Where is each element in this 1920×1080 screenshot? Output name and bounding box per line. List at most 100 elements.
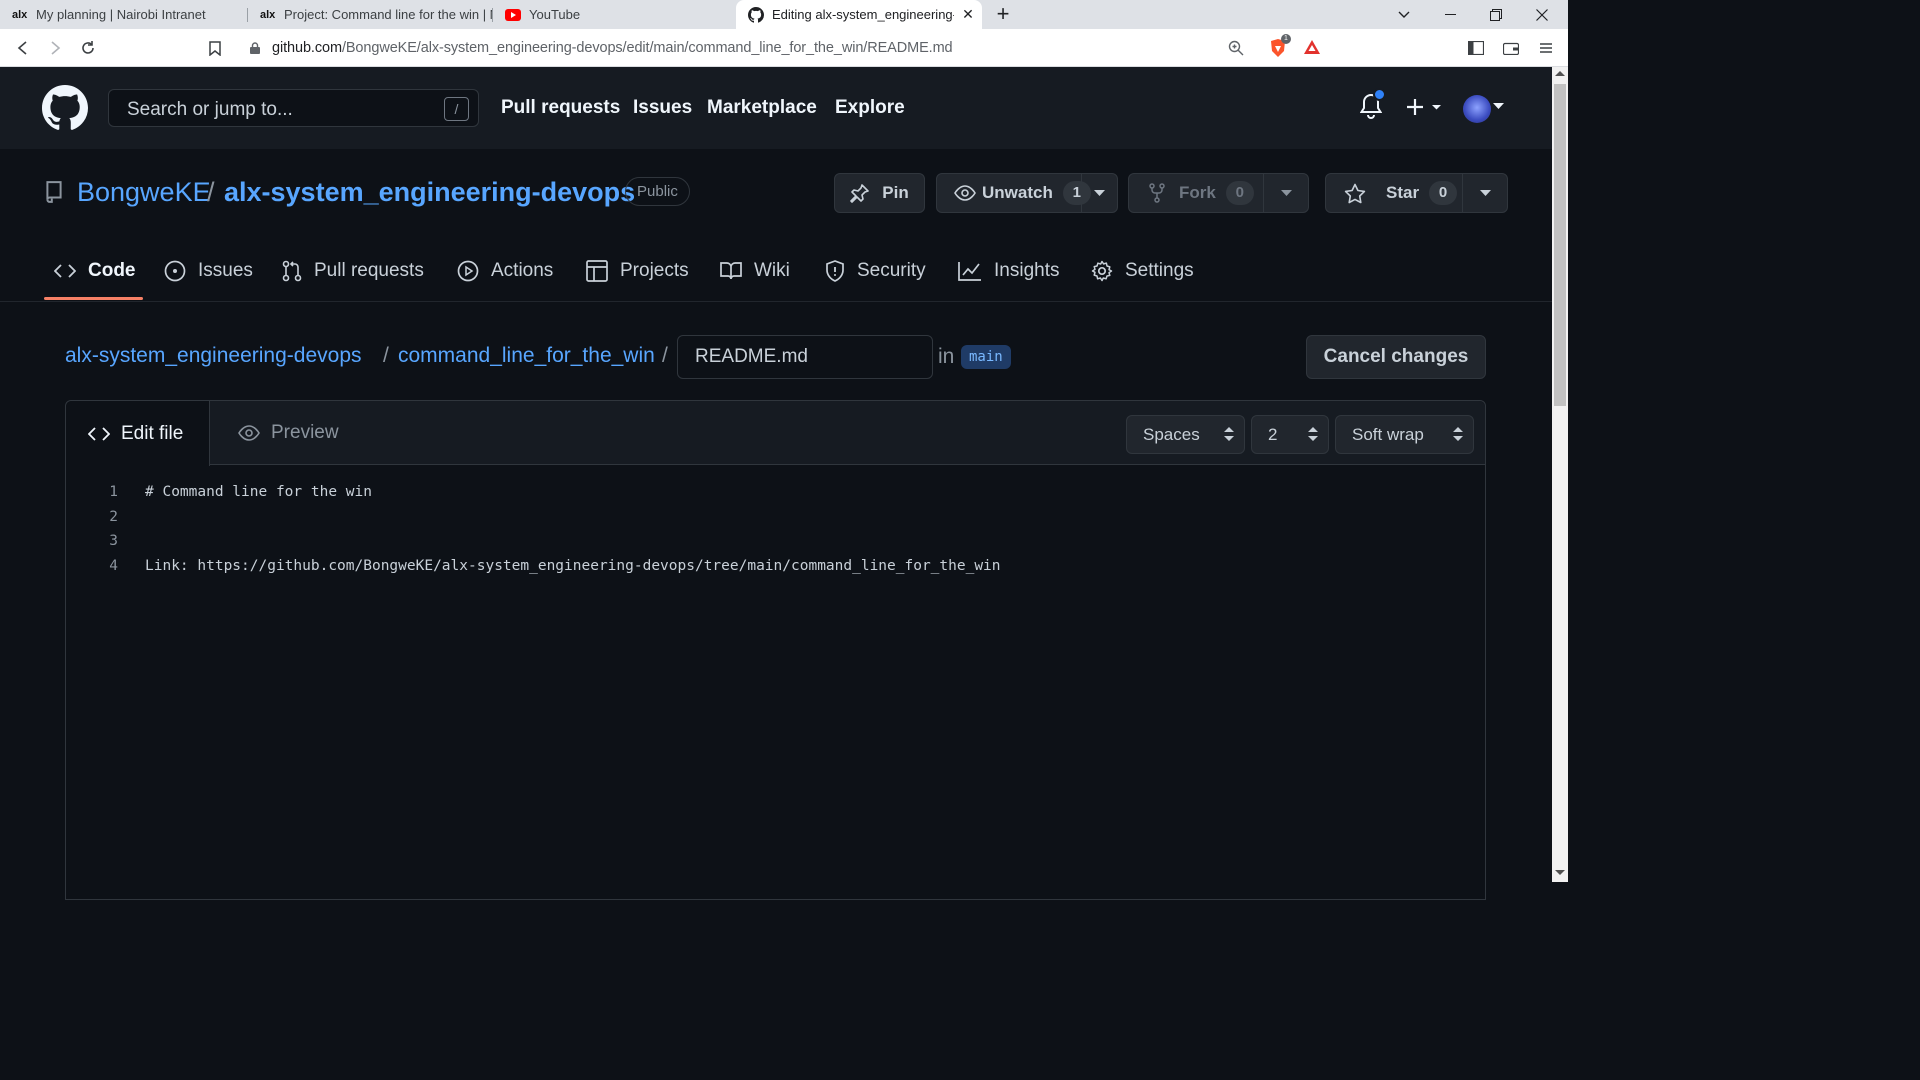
indent-size-select[interactable]: 2 (1251, 415, 1329, 454)
tab-label: Projects (620, 260, 689, 281)
tab-projects[interactable]: Projects (586, 240, 689, 302)
sidebar-toggle-icon[interactable] (1466, 38, 1486, 58)
browser-tab-title: Project: Command line for the win | N (284, 7, 493, 22)
browser-tab[interactable]: alx My planning | Nairobi Intranet (0, 0, 248, 29)
tab-settings[interactable]: Settings (1091, 240, 1194, 302)
minimize-window-icon[interactable] (1427, 0, 1473, 29)
search-placeholder: Search or jump to... (127, 99, 293, 120)
nav-pull-requests[interactable]: Pull requests (501, 97, 620, 119)
fork-icon (1149, 183, 1165, 203)
tab-issues[interactable]: Issues (164, 240, 253, 302)
url-host: github.com (272, 40, 342, 56)
tab-code[interactable]: Code (54, 240, 136, 302)
fork-dropdown-chevron-icon[interactable] (1264, 174, 1308, 212)
address-bar[interactable]: github.com/BongweKE/alx-system_engineeri… (238, 33, 1330, 63)
tab-search-chevron-icon[interactable] (1381, 0, 1427, 29)
menu-icon[interactable] (1536, 38, 1556, 58)
tab-label: Actions (491, 260, 554, 281)
breadcrumb-repo-link[interactable]: alx-system_engineering-devops (65, 344, 362, 368)
fork-button[interactable]: Fork 0 (1128, 173, 1309, 213)
watch-dropdown-chevron-icon[interactable] (1082, 174, 1117, 212)
browser-tab-title: YouTube (529, 7, 581, 22)
nav-explore[interactable]: Explore (835, 97, 905, 119)
forward-icon[interactable] (45, 38, 65, 58)
tab-security[interactable]: Security (825, 240, 926, 302)
unwatch-label: Unwatch (982, 183, 1053, 202)
avatar-menu-chevron-icon[interactable] (1493, 103, 1504, 110)
fork-label: Fork (1179, 183, 1216, 202)
tab-pull-requests[interactable]: Pull requests (282, 240, 424, 302)
browser-tab[interactable]: YouTube (493, 0, 736, 29)
restore-window-icon[interactable] (1473, 0, 1519, 29)
branch-badge: main (961, 345, 1011, 369)
editor-toolbar: Edit file Preview Spaces 2 Soft wrap (66, 401, 1485, 466)
tab-edit-file[interactable]: Edit file (66, 401, 210, 466)
back-icon[interactable] (13, 38, 33, 58)
create-new-plus-icon[interactable] (1406, 97, 1442, 117)
url-text: github.com/BongweKE/alx-system_engineeri… (272, 40, 953, 56)
new-tab-icon[interactable]: + (993, 3, 1013, 25)
repo-nav-tabs: Code Issues Pull requests Actions Projec… (0, 240, 1552, 302)
nav-marketplace[interactable]: Marketplace (707, 97, 817, 119)
selected-tab-indicator (44, 297, 143, 300)
unwatch-button[interactable]: Unwatch 1 (936, 173, 1118, 213)
edit-file-label: Edit file (121, 422, 184, 444)
scroll-down-arrow-icon[interactable] (1555, 869, 1565, 876)
zoom-icon[interactable] (1228, 40, 1244, 56)
browser-tab-active[interactable]: Editing alx-system_engineering-d ✕ (736, 0, 982, 29)
select-arrows-icon (1308, 427, 1318, 441)
tab-actions[interactable]: Actions (457, 240, 553, 302)
tab-wiki[interactable]: Wiki (720, 240, 790, 302)
search-input[interactable]: Search or jump to... / (108, 89, 479, 127)
close-window-icon[interactable] (1519, 0, 1565, 29)
tab-preview[interactable]: Preview (238, 401, 339, 465)
bookmark-icon[interactable] (205, 38, 225, 58)
brave-rewards-icon[interactable] (1303, 39, 1321, 55)
eye-icon (954, 185, 976, 201)
avatar[interactable] (1463, 95, 1491, 123)
filename-field[interactable] (677, 335, 933, 379)
eye-icon (238, 425, 260, 441)
browser-toolbar: github.com/BongweKE/alx-system_engineeri… (0, 29, 1568, 67)
file-editor: Edit file Preview Spaces 2 Soft wrap 1 #… (65, 400, 1486, 900)
github-logo-icon[interactable] (42, 85, 88, 131)
repo-name-link[interactable]: alx-system_engineering-devops (224, 177, 635, 208)
fork-main[interactable]: Fork 0 (1129, 174, 1263, 212)
wrap-mode-select[interactable]: Soft wrap (1335, 415, 1474, 454)
breadcrumb-folder-link[interactable]: command_line_for_the_win (398, 344, 655, 368)
pin-icon (850, 183, 870, 203)
tab-label: Security (857, 260, 926, 281)
pull-request-icon (282, 260, 302, 282)
url-path: /BongweKE/alx-system_engineering-devops/… (341, 40, 953, 56)
preview-label: Preview (271, 422, 339, 443)
star-main[interactable]: Star 0 (1326, 174, 1462, 212)
unwatch-main[interactable]: Unwatch 1 (937, 174, 1091, 212)
tab-insights[interactable]: Insights (958, 240, 1059, 302)
reload-icon[interactable] (78, 38, 98, 58)
line-number: 3 (109, 533, 118, 549)
youtube-favicon-icon (505, 8, 521, 21)
pin-label: Pin (882, 183, 909, 202)
scroll-up-arrow-icon[interactable] (1555, 70, 1565, 77)
browser-tab[interactable]: alx Project: Command line for the win | … (248, 0, 493, 29)
cancel-changes-button[interactable]: Cancel changes (1306, 335, 1486, 379)
repo-owner-link[interactable]: BongweKE (77, 177, 211, 208)
tab-label: Code (88, 260, 136, 281)
line-number: 2 (109, 509, 118, 525)
brave-badge: 1 (1281, 34, 1291, 44)
pin-button[interactable]: Pin (834, 173, 925, 213)
alx-favicon-icon: alx (12, 8, 28, 21)
star-button[interactable]: Star 0 (1325, 173, 1508, 213)
book-icon (720, 261, 742, 281)
star-dropdown-chevron-icon[interactable] (1463, 174, 1507, 212)
indent-mode-value: Spaces (1143, 425, 1200, 444)
shield-icon (825, 260, 845, 282)
tab-label: Insights (994, 260, 1060, 281)
code-icon (54, 263, 76, 279)
indent-mode-select[interactable]: Spaces (1126, 415, 1245, 454)
nav-issues[interactable]: Issues (633, 97, 692, 119)
scrollbar-thumb[interactable] (1554, 84, 1566, 406)
notification-indicator (1373, 88, 1386, 101)
close-tab-icon[interactable]: ✕ (960, 6, 976, 22)
wallet-icon[interactable] (1501, 38, 1521, 58)
